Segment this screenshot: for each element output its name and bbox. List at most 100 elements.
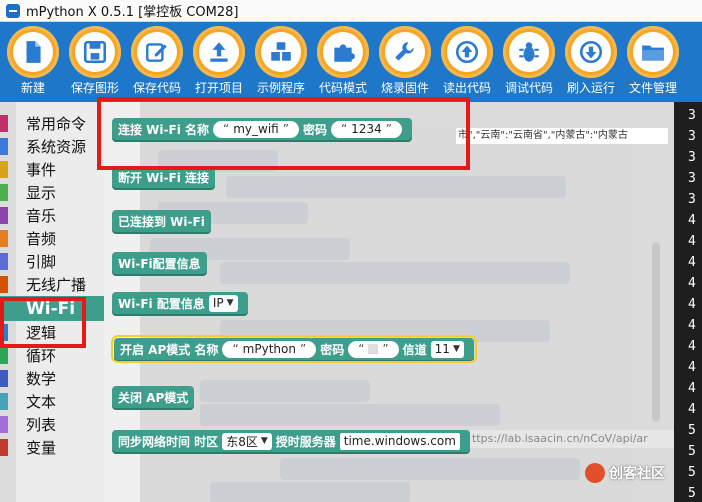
title-bar: mPython X 0.5.1 [掌控板 COM28] bbox=[0, 0, 702, 22]
category-item[interactable]: 数学 bbox=[0, 367, 104, 390]
examples-button[interactable]: 示例程序 bbox=[250, 22, 312, 102]
category-item[interactable]: 显示 bbox=[0, 181, 104, 204]
ap-channel-dropdown[interactable]: 11 ▼ bbox=[430, 340, 464, 358]
file-manager-label: 文件管理 bbox=[628, 81, 677, 95]
category-color-swatch bbox=[0, 253, 8, 270]
save-graphic-button[interactable]: 保存图形 bbox=[64, 22, 126, 102]
line-number: 5 bbox=[688, 423, 696, 438]
sync-time-label: 同步网络时间 时区 bbox=[118, 434, 219, 449]
category-label: 事件 bbox=[26, 161, 57, 179]
category-label: 常用命令 bbox=[26, 115, 87, 133]
new-file-icon bbox=[26, 41, 41, 63]
category-item[interactable]: 常用命令 bbox=[0, 112, 104, 135]
ghost-block bbox=[220, 262, 570, 284]
wifi-connected-label: 已连接到 Wi-Fi bbox=[118, 214, 205, 229]
new-button[interactable]: 新建 bbox=[2, 22, 64, 102]
open-project-label: 打开项目 bbox=[194, 81, 243, 95]
line-number: 4 bbox=[688, 339, 696, 354]
category-item[interactable]: 事件 bbox=[0, 158, 104, 181]
ap-mode-label: 开启 AP模式 名称 bbox=[120, 342, 219, 357]
category-list: 常用命令 系统资源 事件 显示 音乐 音频 引脚 无线广播 Wi-Fi 逻辑 循环 数学 文本 列表 变量 bbox=[0, 112, 104, 459]
ghost-block bbox=[226, 176, 566, 198]
category-item[interactable]: 音乐 bbox=[0, 204, 104, 227]
main-toolbar: 新建 保存图形 保存代码 打开项目 示例程序 代码模式 烧录固件 读出代码 调试… bbox=[0, 22, 702, 102]
read-code-label: 读出代码 bbox=[442, 81, 491, 95]
ap-password-value bbox=[368, 344, 379, 354]
flash-firmware-label: 烧录固件 bbox=[380, 81, 429, 95]
ghost-block bbox=[210, 482, 410, 502]
cubes-icon bbox=[271, 42, 291, 61]
line-number: 4 bbox=[688, 297, 696, 312]
ap-channel-value: 11 bbox=[434, 342, 450, 356]
time-server-field[interactable]: time.windows.com bbox=[339, 432, 460, 450]
category-color-swatch bbox=[0, 115, 8, 132]
watermark: 创客社区 bbox=[585, 462, 685, 484]
save-icon bbox=[83, 40, 107, 64]
line-number: 4 bbox=[688, 213, 696, 228]
file-manager-button[interactable]: 文件管理 bbox=[622, 22, 684, 102]
line-number: 5 bbox=[688, 465, 696, 480]
flash-run-label: 刷入运行 bbox=[566, 81, 615, 95]
line-number: 3 bbox=[688, 171, 696, 186]
annotation-highlight-wifi-category bbox=[0, 297, 86, 348]
debug-code-button[interactable]: 调试代码 bbox=[498, 22, 560, 102]
annotation-highlight-connect bbox=[97, 97, 470, 170]
category-color-swatch bbox=[0, 184, 8, 201]
flash-firmware-button[interactable]: 烧录固件 bbox=[374, 22, 436, 102]
timezone-dropdown[interactable]: 东8区 ▼ bbox=[222, 432, 272, 450]
upload-icon bbox=[210, 42, 228, 62]
config-option-dropdown[interactable]: IP ▼ bbox=[208, 294, 238, 312]
category-item[interactable]: 变量 bbox=[0, 436, 104, 459]
window-title: mPython X 0.5.1 [掌控板 COM28] bbox=[26, 5, 239, 20]
close-ap-block[interactable]: 关闭 AP模式 bbox=[112, 386, 195, 408]
code-line-panel: 3 3 3 3 3 4 4 4 4 4 4 4 4 4 4 5 5 5 5 bbox=[674, 102, 702, 502]
ap-password-field[interactable]: “” bbox=[348, 340, 399, 358]
category-item[interactable]: 引脚 bbox=[0, 250, 104, 273]
category-color-swatch bbox=[0, 138, 8, 155]
read-code-button[interactable]: 读出代码 bbox=[436, 22, 498, 102]
category-color-swatch bbox=[0, 416, 8, 433]
wifi-connected-block[interactable]: 已连接到 Wi-Fi bbox=[112, 210, 211, 232]
wifi-config-info-block[interactable]: Wi-Fi配置信息 bbox=[112, 252, 207, 274]
open-project-button[interactable]: 打开项目 bbox=[188, 22, 250, 102]
bug-icon bbox=[519, 42, 539, 62]
save-code-label: 保存代码 bbox=[132, 81, 181, 95]
category-color-swatch bbox=[0, 370, 8, 387]
category-item[interactable]: 音频 bbox=[0, 227, 104, 250]
line-number: 4 bbox=[688, 234, 696, 249]
category-item[interactable]: 文本 bbox=[0, 390, 104, 413]
category-color-swatch bbox=[0, 439, 8, 456]
wifi-config-param-block[interactable]: Wi-Fi 配置信息 IP ▼ bbox=[112, 292, 248, 314]
time-server-label: 授时服务器 bbox=[275, 434, 336, 449]
line-number: 4 bbox=[688, 402, 696, 417]
save-code-button[interactable]: 保存代码 bbox=[126, 22, 188, 102]
ghost-block bbox=[200, 380, 370, 402]
category-item[interactable]: 列表 bbox=[0, 413, 104, 436]
ghost-block bbox=[280, 458, 580, 480]
category-color-swatch bbox=[0, 161, 8, 178]
ap-name-field[interactable]: “mPython” bbox=[222, 340, 317, 358]
chevron-down-icon: ▼ bbox=[260, 436, 268, 446]
category-item[interactable]: 系统资源 bbox=[0, 135, 104, 158]
ap-mode-block[interactable]: 开启 AP模式 名称 “mPython” 密码 “” 信道 11 ▼ bbox=[111, 335, 477, 363]
category-label: 文本 bbox=[26, 393, 57, 411]
workspace-scrollbar[interactable] bbox=[652, 242, 660, 422]
sync-time-block[interactable]: 同步网络时间 时区 东8区 ▼ 授时服务器 time.windows.com bbox=[112, 430, 470, 452]
wifi-config-info-label: Wi-Fi配置信息 bbox=[118, 256, 201, 271]
category-item[interactable]: 无线广播 bbox=[0, 273, 104, 296]
flash-run-button[interactable]: 刷入运行 bbox=[560, 22, 622, 102]
category-label: 循环 bbox=[26, 347, 57, 365]
wrench-icon bbox=[395, 42, 414, 61]
community-logo-icon bbox=[585, 463, 605, 483]
puzzle-icon bbox=[334, 44, 355, 62]
line-number: 5 bbox=[688, 486, 696, 501]
ap-channel-label: 信道 bbox=[402, 342, 427, 357]
save-graphic-label: 保存图形 bbox=[70, 81, 119, 95]
category-label: 无线广播 bbox=[26, 276, 87, 294]
code-mode-button[interactable]: 代码模式 bbox=[312, 22, 374, 102]
timezone-value: 东8区 bbox=[226, 434, 258, 449]
category-label: 变量 bbox=[26, 439, 57, 457]
category-label: 音频 bbox=[26, 230, 57, 248]
arrow-up-icon bbox=[455, 40, 479, 64]
watermark-text: 创客社区 bbox=[609, 466, 665, 482]
